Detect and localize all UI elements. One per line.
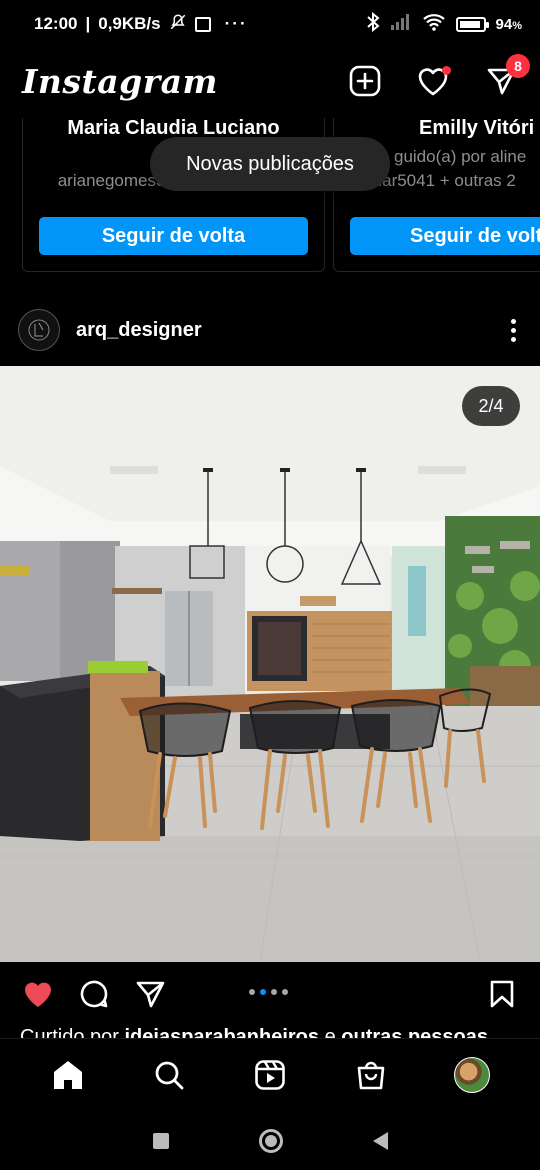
post-author-avatar[interactable]	[18, 309, 60, 351]
follow-back-button[interactable]: Seguir de volta	[39, 217, 308, 255]
carousel-dot	[282, 989, 288, 995]
system-navigation	[0, 1112, 540, 1170]
activity-dot	[442, 66, 451, 75]
instagram-logo[interactable]: Instagram	[22, 62, 218, 101]
bluetooth-icon	[366, 11, 380, 37]
status-bar: 12:00 | 0,9KB/s ··· 94%	[0, 0, 540, 48]
carousel-dot-active	[260, 989, 266, 995]
comment-icon[interactable]	[76, 976, 112, 1012]
shop-icon[interactable]	[351, 1055, 391, 1095]
search-icon[interactable]	[149, 1055, 189, 1095]
reels-icon[interactable]	[250, 1055, 290, 1095]
post-photo[interactable]: 2/4	[0, 366, 540, 962]
more-options-icon[interactable]	[511, 318, 516, 342]
bottom-navigation	[0, 1038, 540, 1110]
heart-icon[interactable]	[416, 64, 451, 98]
image-counter: 2/4	[462, 386, 520, 426]
post-actions	[0, 972, 540, 1016]
kitchen-dining-photo	[0, 366, 540, 962]
battery-icon	[455, 16, 489, 32]
likes-prefix: Curtido por	[20, 1026, 125, 1038]
wifi-icon	[422, 13, 446, 36]
likes-conjunction: e	[319, 1026, 342, 1038]
home-icon[interactable]	[48, 1055, 88, 1095]
bookmark-icon[interactable]	[484, 976, 520, 1012]
new-posts-pill[interactable]: Novas publicações	[150, 137, 390, 191]
mute-icon	[169, 13, 187, 36]
carousel-dot	[249, 989, 255, 995]
app-header: Instagram 8	[0, 50, 540, 112]
suggestion-subtitle: guido(a) por aline	[394, 147, 527, 166]
notification-icon	[194, 16, 211, 32]
direct-message-icon[interactable]: 8	[484, 54, 530, 98]
likes-summary[interactable]: Curtido por ideiasparabanheiros e outras…	[20, 1024, 520, 1038]
suggestion-name: Emilly Vitóri	[419, 118, 535, 139]
more-notifications-icon: ···	[224, 14, 248, 33]
messages-badge: 8	[506, 54, 530, 78]
like-icon[interactable]	[20, 976, 56, 1012]
post-header: arq_designer	[0, 308, 540, 352]
battery-percent-suffix: %	[512, 19, 522, 32]
likes-user[interactable]: ideiasparabanheiros	[125, 1026, 320, 1038]
battery-percent: 94	[495, 15, 513, 33]
carousel-indicator	[249, 989, 288, 995]
profile-avatar[interactable]	[452, 1055, 492, 1095]
signal-icon	[390, 13, 412, 36]
share-icon[interactable]	[132, 976, 168, 1012]
back-icon[interactable]	[372, 1132, 388, 1150]
network-speed: 0,9KB/s	[98, 14, 161, 33]
follow-back-button[interactable]: Seguir de volta	[350, 217, 540, 255]
post-username[interactable]: arq_designer	[76, 319, 202, 342]
recents-icon[interactable]	[152, 1133, 169, 1149]
status-time: 12:00	[34, 14, 78, 33]
carousel-dot	[271, 989, 277, 995]
home-button-icon[interactable]	[258, 1129, 283, 1153]
likes-others[interactable]: outras pessoas	[341, 1026, 488, 1038]
plus-square-icon[interactable]	[348, 64, 382, 98]
